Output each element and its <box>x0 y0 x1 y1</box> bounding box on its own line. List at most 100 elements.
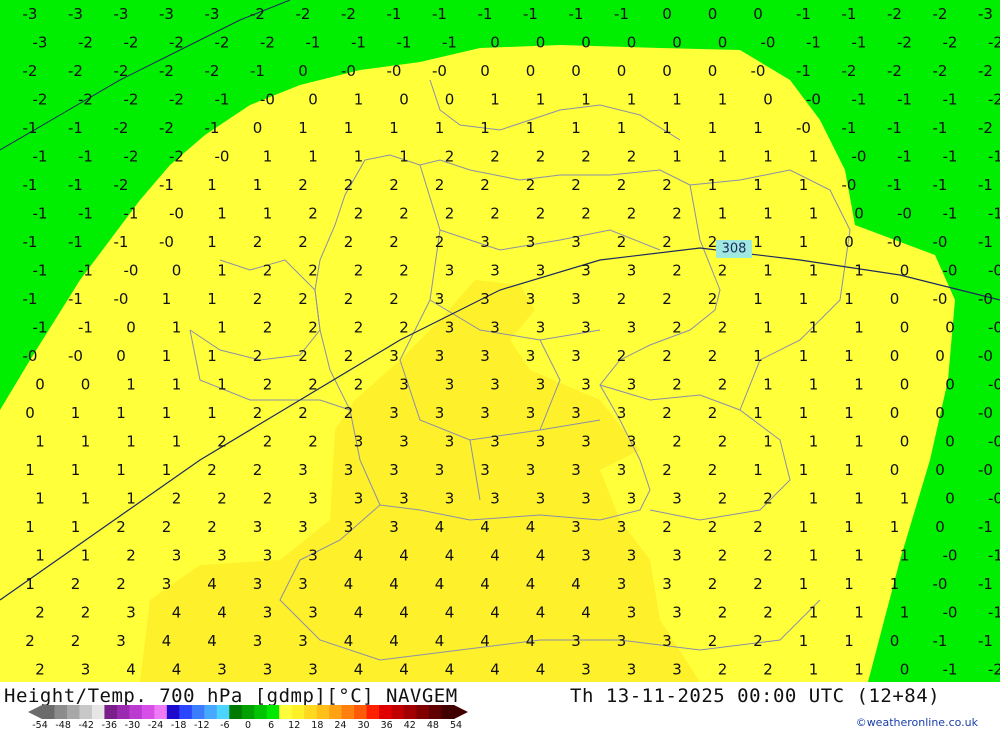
grid-value: 1 <box>207 233 217 251</box>
grid-value: 2 <box>263 490 273 508</box>
grid-value: 1 <box>844 347 854 365</box>
grid-value: 3 <box>308 490 318 508</box>
grid-value: 1 <box>753 233 763 251</box>
legend-swatch <box>179 705 193 719</box>
grid-value: 0 <box>890 290 900 308</box>
grid-value: 4 <box>445 604 455 622</box>
grid-value: 2 <box>627 148 637 166</box>
grid-value: -2 <box>978 119 993 137</box>
grid-value: -2 <box>169 148 184 166</box>
grid-value: 1 <box>809 376 819 394</box>
legend-swatch <box>391 705 405 719</box>
grid-value: 0 <box>890 404 900 422</box>
grid-value: -0 <box>933 575 948 593</box>
grid-value: 3 <box>399 433 409 451</box>
grid-value: 3 <box>308 547 318 565</box>
legend-swatch <box>91 705 105 719</box>
color-scale-legend <box>28 705 468 719</box>
grid-value: 4 <box>445 547 455 565</box>
grid-value: 0 <box>708 5 718 23</box>
valid-time: Th 13-11-2025 00:00 UTC (12+84) <box>570 685 941 707</box>
legend-high-arrow <box>454 705 468 719</box>
grid-value: -1 <box>978 176 993 194</box>
grid-value: 1 <box>854 433 864 451</box>
grid-value: 2 <box>116 575 126 593</box>
grid-value: 1 <box>799 404 809 422</box>
grid-value: 2 <box>172 490 182 508</box>
grid-value: 2 <box>308 376 318 394</box>
legend-low-arrow <box>28 705 42 719</box>
grid-value: 2 <box>207 461 217 479</box>
grid-value: 1 <box>799 575 809 593</box>
grid-value: -2 <box>78 34 93 52</box>
grid-value: 4 <box>526 575 536 593</box>
grid-value: 1 <box>581 91 591 109</box>
grid-value: -0 <box>387 62 402 80</box>
grid-value: 3 <box>571 290 581 308</box>
grid-value: -0 <box>897 205 912 223</box>
grid-value: -1 <box>68 176 83 194</box>
legend-swatch <box>354 705 368 719</box>
grid-value: 2 <box>308 205 318 223</box>
grid-value: 1 <box>900 547 910 565</box>
grid-value: 1 <box>162 461 172 479</box>
legend-tick: -24 <box>147 720 164 731</box>
grid-value: 2 <box>581 148 591 166</box>
grid-value: -0 <box>988 490 1000 508</box>
grid-value: 3 <box>435 347 445 365</box>
grid-value: -0 <box>23 347 38 365</box>
grid-value: 3 <box>116 632 126 650</box>
grid-value: 3 <box>627 376 637 394</box>
grid-value: 1 <box>809 661 819 679</box>
legend-swatch <box>104 705 118 719</box>
grid-value: 4 <box>571 575 581 593</box>
grid-value: 1 <box>35 490 45 508</box>
grid-value: 4 <box>526 518 536 536</box>
grid-value: 1 <box>298 119 308 137</box>
grid-value: 1 <box>799 632 809 650</box>
grid-value: -1 <box>887 119 902 137</box>
grid-value: 0 <box>627 34 637 52</box>
grid-value: 4 <box>162 632 172 650</box>
grid-value: 2 <box>298 290 308 308</box>
grid-value: 0 <box>935 404 945 422</box>
grid-value: 3 <box>581 262 591 280</box>
grid-value: 1 <box>799 461 809 479</box>
grid-value: 1 <box>217 319 227 337</box>
grid-value: 3 <box>627 604 637 622</box>
grid-value: 2 <box>672 376 682 394</box>
grid-value: 1 <box>116 461 126 479</box>
grid-value: 1 <box>263 148 273 166</box>
grid-value: -2 <box>169 34 184 52</box>
grid-value: 3 <box>526 347 536 365</box>
grid-value: -1 <box>933 632 948 650</box>
grid-value: 2 <box>217 490 227 508</box>
grid-value: 1 <box>809 490 819 508</box>
legend-swatch <box>216 705 230 719</box>
grid-value: 2 <box>354 376 364 394</box>
grid-value: -1 <box>68 119 83 137</box>
legend-swatch <box>429 705 443 719</box>
grid-value: 2 <box>116 518 126 536</box>
grid-value: 4 <box>399 547 409 565</box>
grid-value: 2 <box>344 176 354 194</box>
grid-value: 3 <box>308 661 318 679</box>
credit-link[interactable]: ©weatheronline.co.uk <box>856 716 978 729</box>
grid-value: 2 <box>753 518 763 536</box>
grid-value: -1 <box>306 34 321 52</box>
grid-value: 3 <box>526 233 536 251</box>
legend-swatch <box>404 705 418 719</box>
grid-value: 2 <box>263 319 273 337</box>
grid-value: 2 <box>399 262 409 280</box>
grid-value: 3 <box>253 632 263 650</box>
grid-value: -1 <box>988 205 1000 223</box>
grid-value: -1 <box>978 632 993 650</box>
grid-value: 1 <box>753 176 763 194</box>
grid-value: 3 <box>627 319 637 337</box>
grid-value: 1 <box>81 433 91 451</box>
grid-value: 2 <box>617 176 627 194</box>
grid-value: 3 <box>480 461 490 479</box>
grid-value: 3 <box>298 461 308 479</box>
grid-value: 1 <box>116 404 126 422</box>
grid-value: 2 <box>399 319 409 337</box>
